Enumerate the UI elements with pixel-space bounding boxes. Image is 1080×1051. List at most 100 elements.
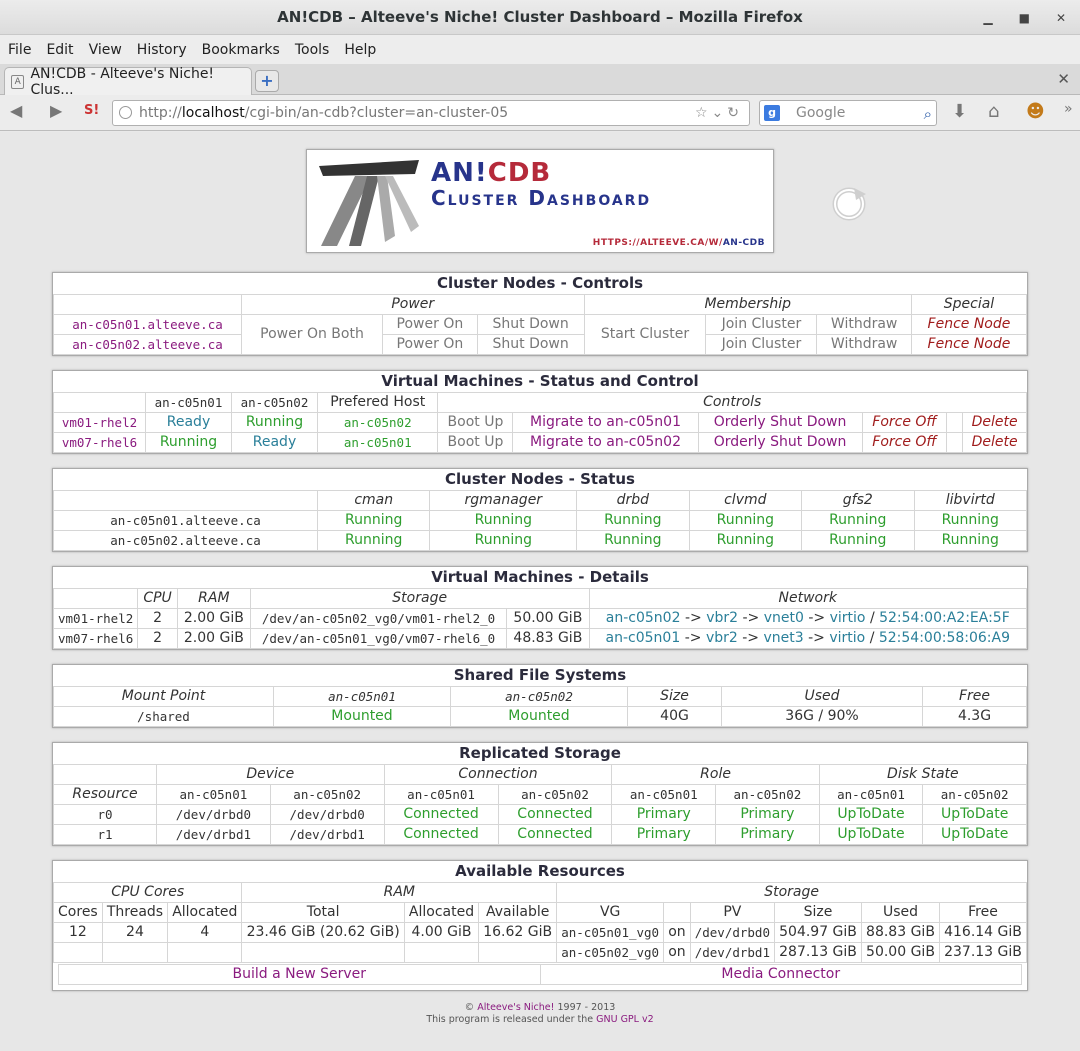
panel-vm-details: Virtual Machines - Details CPU RAM Stora… — [52, 566, 1028, 650]
refresh-icon[interactable] — [830, 184, 868, 222]
mount-point: /shared — [53, 705, 274, 727]
media-connector-button[interactable]: Media Connector — [541, 965, 1022, 984]
drbd-resource: r0 — [53, 803, 157, 825]
shut-down-button[interactable]: Shut Down — [476, 313, 585, 335]
home-icon[interactable]: ⌂ — [988, 101, 999, 122]
drbd-resource: r1 — [53, 823, 157, 845]
delete-button[interactable]: Delete — [962, 411, 1027, 433]
shut-down-button[interactable]: Shut Down — [476, 333, 585, 355]
header-node2: an-c05n02 — [269, 783, 385, 805]
node-name: an-c05n01.alteeve.ca — [53, 509, 318, 531]
panel-replicated-storage: Replicated Storage Device Connection Rol… — [52, 742, 1028, 846]
menu-edit[interactable]: Edit — [46, 42, 73, 58]
service-state: Running — [688, 509, 803, 531]
menu-view[interactable]: View — [89, 42, 122, 58]
navigation-bar: ◀ ▶ S! http://localhost/cgi-bin/an-cdb?c… — [0, 95, 1080, 131]
force-off-button[interactable]: Force Off — [861, 411, 948, 433]
menu-help[interactable]: Help — [344, 42, 376, 58]
menu-bookmarks[interactable]: Bookmarks — [202, 42, 280, 58]
url-path: /cgi-bin/an-cdb?cluster=an-cluster-05 — [244, 105, 509, 121]
mount-state-node2: Mounted — [450, 705, 628, 727]
delete-button[interactable]: Delete — [962, 431, 1027, 453]
drbd-device: /dev/drbd1 — [269, 823, 385, 845]
panel-title: Virtual Machines - Status and Control — [381, 372, 699, 391]
start-cluster-button[interactable]: Start Cluster — [583, 313, 707, 355]
overflow-icon[interactable]: » — [1064, 101, 1073, 117]
tab-ancdb[interactable]: A AN!CDB - Alteeve's Niche! Clus... — [4, 66, 252, 98]
ram-available: 16.62 GiB — [478, 921, 558, 943]
header-role: Role — [611, 763, 820, 785]
drbd-device: /dev/drbd0 — [156, 803, 271, 825]
maximize-icon[interactable]: ■ — [1019, 11, 1030, 25]
service-state: Running — [801, 509, 915, 531]
node-name: an-c05n02.alteeve.ca — [53, 333, 242, 355]
menu-file[interactable]: File — [8, 42, 31, 58]
orderly-shut-down-button[interactable]: Orderly Shut Down — [697, 411, 863, 433]
new-tab-button[interactable]: + — [255, 70, 279, 92]
vg-size: 287.13 GiB — [774, 941, 862, 963]
fence-node-button[interactable]: Fence Node — [910, 333, 1028, 355]
header-node1: an-c05n01 — [611, 783, 717, 805]
header-node1: an-c05n01 — [383, 783, 499, 805]
power-on-button[interactable]: Power On — [382, 313, 478, 335]
close-tab-icon[interactable]: ✕ — [1057, 70, 1070, 88]
vm-cpu: 2 — [137, 627, 178, 649]
panel-title: Available Resources — [455, 862, 625, 881]
migrate-button[interactable]: Migrate to an-c05n01 — [512, 411, 699, 433]
close-icon[interactable]: ✕ — [1056, 11, 1066, 25]
google-icon[interactable]: g — [764, 105, 780, 121]
company-link[interactable]: Alteeve's Niche! — [477, 1002, 554, 1013]
vm-cpu: 2 — [137, 607, 178, 629]
header-power: Power — [241, 293, 585, 315]
withdraw-button[interactable]: Withdraw — [816, 313, 912, 335]
vg-size: 504.97 GiB — [774, 921, 862, 943]
download-icon[interactable]: ⬇ — [952, 101, 967, 122]
header-service: gfs2 — [801, 489, 915, 511]
bookmark-star-icon[interactable]: ☆ — [695, 105, 712, 121]
migrate-button[interactable]: Migrate to an-c05n02 — [512, 431, 699, 453]
reload-icon[interactable]: ↻ — [727, 105, 743, 121]
panel-vm-status: Virtual Machines - Status and Control an… — [52, 370, 1028, 454]
menu-history[interactable]: History — [137, 42, 187, 58]
cpu-threads: 24 — [101, 921, 169, 943]
power-on-button[interactable]: Power On — [382, 333, 478, 355]
withdraw-button[interactable]: Withdraw — [816, 333, 912, 355]
forward-icon[interactable]: ▶ — [50, 101, 62, 120]
role-state: Primary — [611, 823, 717, 845]
join-cluster-button[interactable]: Join Cluster — [705, 313, 818, 335]
footer: © Alteeve's Niche! 1997 - 2013 This prog… — [426, 1002, 654, 1025]
force-off-button[interactable]: Force Off — [861, 431, 948, 453]
header-allocated: Allocated — [167, 901, 243, 923]
fence-node-button[interactable]: Fence Node — [910, 313, 1028, 335]
ram-total: 23.46 GiB (20.62 GiB) — [241, 921, 405, 943]
minimize-icon[interactable]: ▁ — [983, 11, 992, 25]
search-icon[interactable]: ⌕ — [924, 102, 932, 126]
license-link[interactable]: GNU GPL v2 — [596, 1014, 654, 1025]
service-state: Running — [576, 509, 690, 531]
addon-icon[interactable]: S! — [84, 103, 99, 118]
back-icon[interactable]: ◀ — [10, 101, 22, 120]
vg-on: on — [663, 921, 691, 943]
header-cpu-cores: CPU Cores — [52, 881, 243, 903]
url-bar[interactable]: http://localhost/cgi-bin/an-cdb?cluster=… — [112, 100, 750, 126]
header-disk-state: Disk State — [818, 763, 1028, 785]
build-new-server-button[interactable]: Build a New Server — [59, 964, 541, 984]
header-service: clvmd — [688, 489, 803, 511]
join-cluster-button[interactable]: Join Cluster — [705, 333, 818, 355]
disk-state: UpToDate — [922, 803, 1027, 825]
favicon-icon: A — [11, 75, 25, 89]
service-state: Running — [316, 529, 431, 551]
orderly-shut-down-button[interactable]: Orderly Shut Down — [697, 431, 863, 453]
vg-free: 237.13 GiB — [938, 941, 1028, 963]
vm-ram: 2.00 GiB — [176, 627, 251, 649]
boot-up-button[interactable]: Boot Up — [437, 431, 514, 453]
dropdown-icon[interactable]: ⌄ — [712, 105, 728, 121]
boot-up-button[interactable]: Boot Up — [437, 411, 514, 433]
monkey-icon[interactable]: ☻ — [1026, 101, 1045, 122]
power-on-both-button[interactable]: Power On Both — [241, 313, 383, 355]
role-state: Primary — [611, 803, 717, 825]
cpu-allocated: 4 — [167, 921, 243, 943]
search-bar[interactable]: g Google ⌕ — [759, 100, 937, 126]
menu-tools[interactable]: Tools — [295, 42, 330, 58]
disk-state: UpToDate — [818, 823, 924, 845]
